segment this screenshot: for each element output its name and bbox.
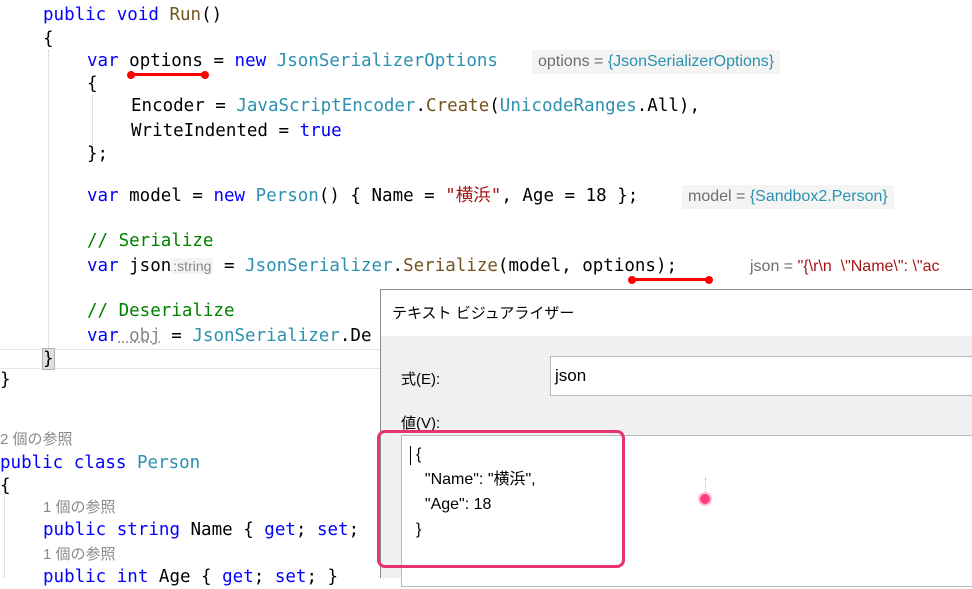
reference-count-link[interactable]: 2 個の参照 [0,430,73,450]
json-datatip[interactable]: json = "{\r\n \"Name\": \"ac [744,255,946,279]
dialog-title: テキスト ビジュアライザー [392,305,575,322]
serialize-comment: // Serialize [87,231,214,251]
underline-dot [705,276,713,284]
options-declaration-line: var options = new JsonSerializerOptions [87,51,498,71]
write-indented-line: WriteIndented = true [131,121,342,141]
method-signature-line: public void Run() [43,5,223,25]
class-close-brace: } [0,370,11,390]
obj-deserialize-line: var obj = JsonSerializer.De [87,326,372,346]
age-property-line: public int Age { get; set; } [43,567,339,587]
underline-dot [628,276,636,284]
expression-label: 式(E): [401,371,441,388]
dialog-titlebar[interactable]: テキスト ビジュアライザー [381,290,972,336]
method-close-brace: } [42,348,55,370]
encoder-line: Encoder = JavaScriptEncoder.Create(Unico… [131,96,700,116]
model-datatip[interactable]: model = {Sandbox2.Person} [682,185,894,209]
method-open-brace: { [43,29,54,49]
mouse-cursor-indicator [700,494,710,504]
options-arg-red-underline [632,278,710,281]
underline-dot [201,71,209,79]
indent-guide [4,485,5,577]
initializer-open-brace: { [87,74,98,94]
reference-count-link[interactable]: 1 個の参照 [43,498,116,518]
options-red-underline [131,73,205,76]
highlight-annotation-box [377,430,625,568]
current-line-highlight [0,349,380,369]
options-datatip[interactable]: options = {JsonSerializerOptions} [532,50,781,74]
indent-guide [48,50,49,358]
expression-input[interactable]: json [550,356,972,396]
json-serialize-line: var json:string = JsonSerializer.Seriali… [87,256,678,276]
class-declaration-line: public class Person [0,453,201,473]
indent-guide [92,95,93,145]
cursor-guide [705,478,706,494]
class-open-brace: { [0,476,11,496]
name-property-line: public string Name { get; set; [43,520,360,540]
initializer-close: }; [87,144,109,164]
deserialize-comment: // Deserialize [87,301,235,321]
type-inlay-hint: :string [171,258,214,274]
underline-dot [127,71,135,79]
options-variable: options [129,51,203,71]
reference-count-link[interactable]: 1 個の参照 [43,545,116,565]
model-declaration-line: var model = new Person() { Name = "横浜", … [87,186,639,206]
